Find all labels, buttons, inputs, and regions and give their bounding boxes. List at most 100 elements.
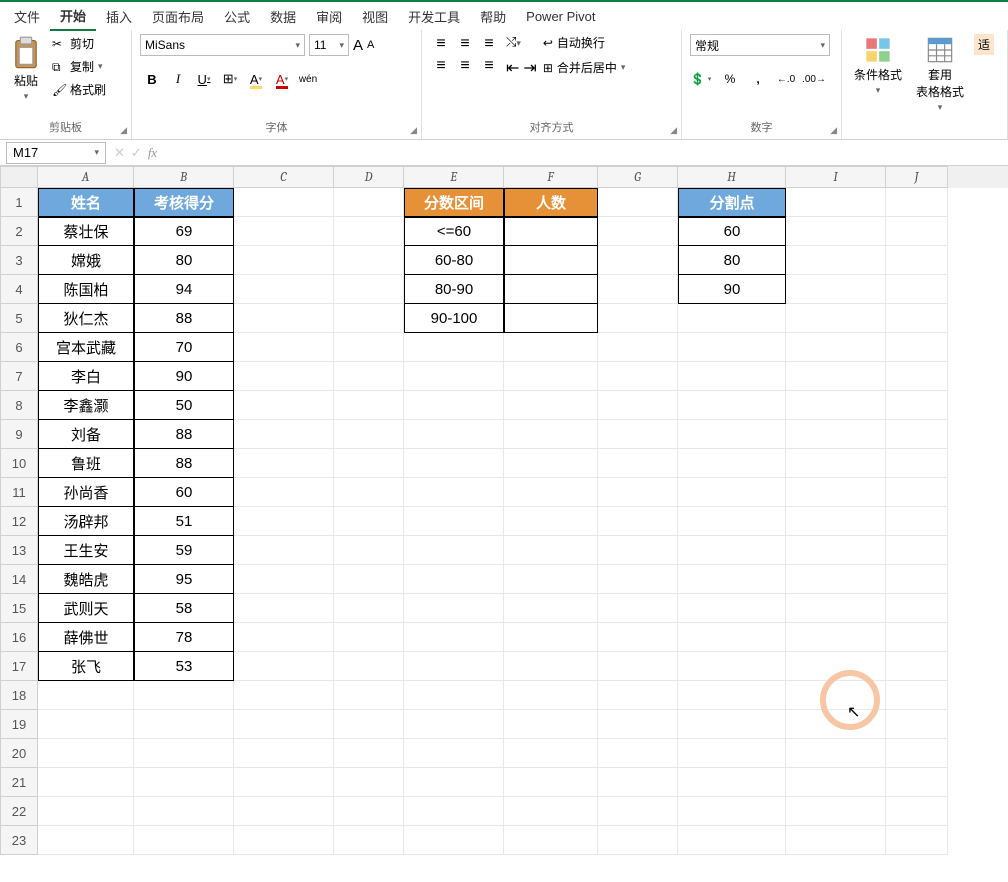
- cell-E13[interactable]: [404, 536, 504, 565]
- cell-I17[interactable]: [786, 652, 886, 681]
- cell-A11[interactable]: 孙尚香: [38, 478, 134, 507]
- cell-A12[interactable]: 汤辟邦: [38, 507, 134, 536]
- cell-C17[interactable]: [234, 652, 334, 681]
- row-header-20[interactable]: 20: [0, 739, 38, 768]
- cell-F6[interactable]: [504, 333, 598, 362]
- cell-A9[interactable]: 刘备: [38, 420, 134, 449]
- cell-B3[interactable]: 80: [134, 246, 234, 275]
- cell-E23[interactable]: [404, 826, 504, 855]
- cell-D22[interactable]: [334, 797, 404, 826]
- cell-H17[interactable]: [678, 652, 786, 681]
- cell-C12[interactable]: [234, 507, 334, 536]
- cell-J17[interactable]: [886, 652, 948, 681]
- cell-G11[interactable]: [598, 478, 678, 507]
- format-painter-button[interactable]: 🖌格式刷: [50, 80, 108, 99]
- cell-I23[interactable]: [786, 826, 886, 855]
- cell-D7[interactable]: [334, 362, 404, 391]
- cell-B21[interactable]: [134, 768, 234, 797]
- row-header-16[interactable]: 16: [0, 623, 38, 652]
- cell-I22[interactable]: [786, 797, 886, 826]
- cell-G4[interactable]: [598, 275, 678, 304]
- cell-E6[interactable]: [404, 333, 504, 362]
- cell-E1[interactable]: 分数区间: [404, 188, 504, 217]
- cell-I15[interactable]: [786, 594, 886, 623]
- italic-button[interactable]: I: [166, 68, 190, 90]
- cell-C20[interactable]: [234, 739, 334, 768]
- cell-J9[interactable]: [886, 420, 948, 449]
- menu-help[interactable]: 帮助: [470, 3, 516, 30]
- cell-G21[interactable]: [598, 768, 678, 797]
- cell-I14[interactable]: [786, 565, 886, 594]
- cell-I9[interactable]: [786, 420, 886, 449]
- cell-D21[interactable]: [334, 768, 404, 797]
- cell-G16[interactable]: [598, 623, 678, 652]
- cell-A10[interactable]: 鲁班: [38, 449, 134, 478]
- name-box[interactable]: M17▾: [6, 142, 106, 164]
- cell-D16[interactable]: [334, 623, 404, 652]
- cell-C15[interactable]: [234, 594, 334, 623]
- col-header-D[interactable]: D: [334, 166, 404, 188]
- bold-button[interactable]: B: [140, 68, 164, 90]
- row-header-23[interactable]: 23: [0, 826, 38, 855]
- cell-D12[interactable]: [334, 507, 404, 536]
- cell-B18[interactable]: [134, 681, 234, 710]
- cell-C8[interactable]: [234, 391, 334, 420]
- cell-C4[interactable]: [234, 275, 334, 304]
- menu-pagelayout[interactable]: 页面布局: [142, 3, 214, 30]
- cell-C6[interactable]: [234, 333, 334, 362]
- cell-A7[interactable]: 李白: [38, 362, 134, 391]
- cell-I13[interactable]: [786, 536, 886, 565]
- row-header-11[interactable]: 11: [0, 478, 38, 507]
- cell-H9[interactable]: [678, 420, 786, 449]
- cell-E15[interactable]: [404, 594, 504, 623]
- orientation-button[interactable]: ⤭▾: [506, 34, 537, 50]
- menu-insert[interactable]: 插入: [96, 3, 142, 30]
- cell-G23[interactable]: [598, 826, 678, 855]
- paste-button[interactable]: 粘贴 ▾: [8, 34, 44, 104]
- cell-H6[interactable]: [678, 333, 786, 362]
- cell-B22[interactable]: [134, 797, 234, 826]
- cell-I5[interactable]: [786, 304, 886, 333]
- cell-H19[interactable]: [678, 710, 786, 739]
- cell-F2[interactable]: [504, 217, 598, 246]
- cell-C16[interactable]: [234, 623, 334, 652]
- cancel-fx-button[interactable]: ✕: [114, 145, 125, 161]
- menu-data[interactable]: 数据: [260, 3, 306, 30]
- cell-B4[interactable]: 94: [134, 275, 234, 304]
- cell-H1[interactable]: 分割点: [678, 188, 786, 217]
- cell-A14[interactable]: 魏皓虎: [38, 565, 134, 594]
- cell-F20[interactable]: [504, 739, 598, 768]
- cell-G2[interactable]: [598, 217, 678, 246]
- cell-J16[interactable]: [886, 623, 948, 652]
- cell-G12[interactable]: [598, 507, 678, 536]
- menu-home[interactable]: 开始: [50, 2, 96, 31]
- cell-D23[interactable]: [334, 826, 404, 855]
- align-launcher[interactable]: ◢: [670, 125, 677, 136]
- cell-J18[interactable]: [886, 681, 948, 710]
- cell-C22[interactable]: [234, 797, 334, 826]
- cell-H7[interactable]: [678, 362, 786, 391]
- cell-J19[interactable]: [886, 710, 948, 739]
- cell-D3[interactable]: [334, 246, 404, 275]
- cell-C3[interactable]: [234, 246, 334, 275]
- cell-B2[interactable]: 69: [134, 217, 234, 246]
- cell-H12[interactable]: [678, 507, 786, 536]
- cell-B23[interactable]: [134, 826, 234, 855]
- cell-B17[interactable]: 53: [134, 652, 234, 681]
- cell-E21[interactable]: [404, 768, 504, 797]
- cell-A19[interactable]: [38, 710, 134, 739]
- cell-B7[interactable]: 90: [134, 362, 234, 391]
- cell-B10[interactable]: 88: [134, 449, 234, 478]
- cell-A16[interactable]: 薛佛世: [38, 623, 134, 652]
- cell-G19[interactable]: [598, 710, 678, 739]
- cell-H11[interactable]: [678, 478, 786, 507]
- cell-C13[interactable]: [234, 536, 334, 565]
- row-header-9[interactable]: 9: [0, 420, 38, 449]
- cell-D18[interactable]: [334, 681, 404, 710]
- align-center-button[interactable]: ≡: [454, 56, 476, 76]
- col-header-F[interactable]: F: [504, 166, 598, 188]
- cell-B14[interactable]: 95: [134, 565, 234, 594]
- cell-G1[interactable]: [598, 188, 678, 217]
- cell-E10[interactable]: [404, 449, 504, 478]
- cell-H14[interactable]: [678, 565, 786, 594]
